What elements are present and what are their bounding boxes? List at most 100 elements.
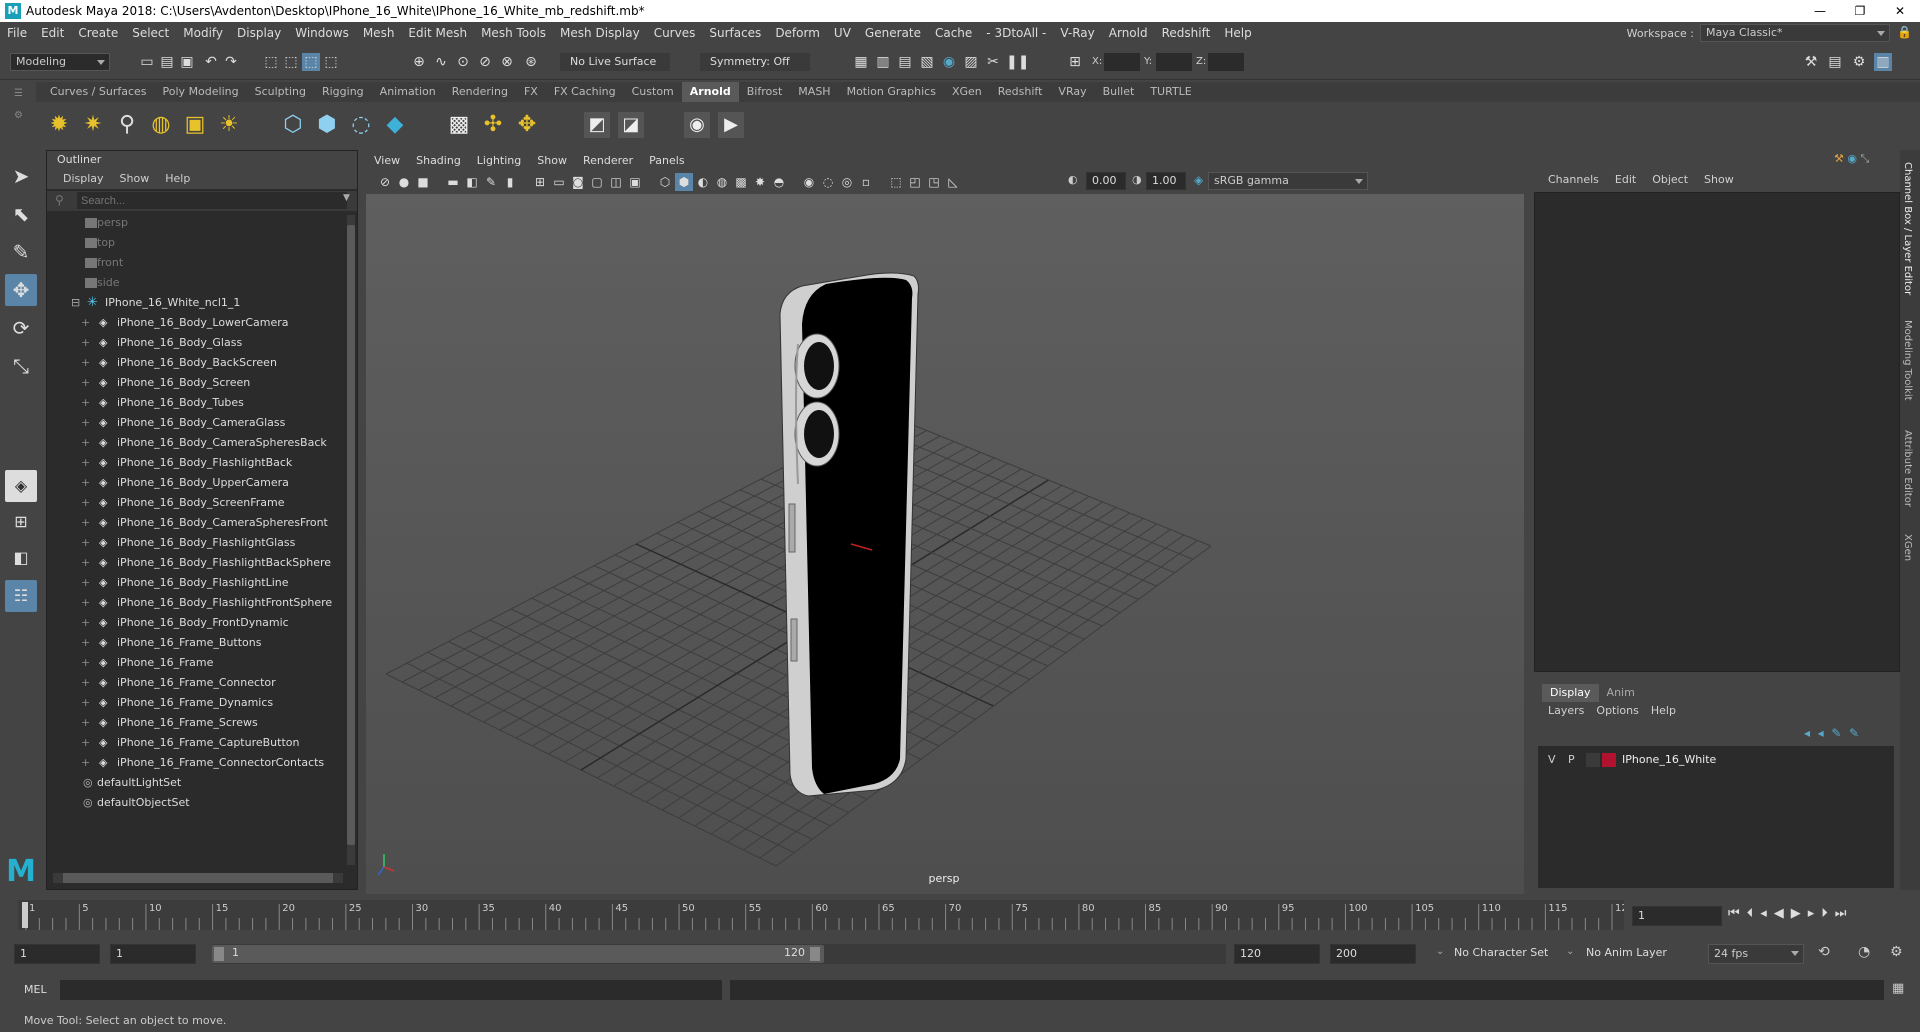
layer-playback-toggle[interactable]: P [1568, 753, 1575, 766]
persp-outliner-layout-icon[interactable]: ◧ [5, 542, 37, 574]
grease-pencil-icon[interactable]: ✎ [482, 173, 500, 191]
shelf-tab-animation[interactable]: Animation [372, 82, 444, 102]
shelf-tab-fx-caching[interactable]: FX Caching [546, 82, 624, 102]
outliner-item[interactable]: + ◈ iPhone_16_Body_UpperCamera [47, 473, 343, 493]
menu-redshift[interactable]: Redshift [1155, 26, 1218, 40]
shelf-tab-arnold[interactable]: Arnold [681, 82, 739, 102]
expand-toggle-icon[interactable]: + [81, 593, 90, 613]
play-backward-icon[interactable]: ◀ [1774, 906, 1791, 921]
character-set-arrow-icon[interactable]: ⌄ [1436, 946, 1444, 957]
new-layer-selected-icon[interactable]: ✎ [1849, 726, 1859, 740]
pause-icon[interactable]: ❚❚ [1006, 53, 1029, 71]
four-view-layout-icon[interactable]: ⊞ [5, 506, 37, 538]
expand-toggle-icon[interactable]: + [81, 733, 90, 753]
expand-toggle-icon[interactable]: + [81, 453, 90, 473]
colorspace-dropdown[interactable]: sRGB gamma [1208, 172, 1368, 190]
menu-modify[interactable]: Modify [176, 26, 230, 40]
y-field[interactable] [1156, 53, 1192, 71]
mesh-light-icon[interactable]: ✷ [80, 112, 106, 138]
menu-create[interactable]: Create [71, 26, 125, 40]
expand-icon[interactable]: ⤡ [1860, 152, 1869, 165]
time-slider-track[interactable]: 1 5 10 15 20 25 30 35 40 45 50 55 60 65 70 75 80 85 90 95 10… [18, 900, 1634, 930]
camera-lock-icon[interactable]: ● [395, 173, 413, 191]
command-input[interactable] [60, 980, 722, 1000]
anim-layer-field[interactable]: No Anim Layer [1586, 946, 1676, 959]
range-end-handle[interactable] [810, 947, 820, 961]
xray-icon[interactable]: ▩ [732, 173, 750, 191]
playback-end-field[interactable]: 120 [1234, 944, 1320, 964]
image-plane-icon[interactable]: ▬ [444, 173, 462, 191]
vp-menu-panels[interactable]: Panels [641, 152, 692, 170]
outliner-item[interactable]: + ◈ iPhone_16_Body_FlashlightBack [47, 453, 343, 473]
isolate-select-icon[interactable]: ⬚ [887, 173, 905, 191]
outliner-vertical-scrollbar[interactable] [347, 215, 355, 865]
xray-active-icon[interactable]: ◳ [925, 173, 943, 191]
gamma-field[interactable]: 1.00 [1146, 172, 1186, 190]
outliner-horizontal-scrollbar[interactable] [53, 873, 343, 883]
camera-attr-icon[interactable]: ▮ [501, 173, 519, 191]
expand-toggle-icon[interactable]: + [81, 473, 90, 493]
film-gate-icon[interactable]: ▭ [550, 173, 568, 191]
step-back-key-icon[interactable]: ⏴ [1747, 906, 1761, 921]
menu-help[interactable]: Help [1217, 26, 1258, 40]
expand-toggle-icon[interactable]: + [81, 693, 90, 713]
layer-color-swatch[interactable] [1602, 753, 1616, 767]
textured-icon[interactable]: ◍ [713, 173, 731, 191]
skydome-light-icon[interactable]: ◍ [148, 112, 174, 138]
shelf-tab-turtle[interactable]: TURTLE [1142, 82, 1199, 102]
x-field[interactable] [1104, 53, 1140, 71]
outliner-item[interactable]: + ◈ iPhone_16_Frame_CaptureButton [47, 733, 343, 753]
expand-toggle-icon[interactable]: + [81, 713, 90, 733]
exposure-field[interactable]: 0.00 [1086, 172, 1126, 190]
outliner-item[interactable]: + ◈ iPhone_16_Body_FlashlightBackSphere [47, 553, 343, 573]
layer-tab-display[interactable]: Display [1542, 684, 1599, 702]
expand-toggle-icon[interactable]: + [81, 433, 90, 453]
single-perspective-layout-icon[interactable]: ◈ [5, 470, 37, 502]
vp-menu-view[interactable]: View [366, 152, 408, 170]
depth-of-field-icon[interactable]: ▫ [857, 173, 875, 191]
range-bar-thumb[interactable]: 1 120 [212, 945, 824, 963]
search-filter-icon[interactable]: ⚲ [55, 193, 64, 207]
shelf-tab-fx[interactable]: FX [516, 82, 546, 102]
outliner-item[interactable]: + ◈ iPhone_16_Body_CameraSpheresFront [47, 513, 343, 533]
render-view-icon[interactable]: ▥ [874, 53, 892, 71]
resolution-gate-icon[interactable]: ◙ [569, 173, 587, 191]
render-view-shelf-icon[interactable]: ◩ [584, 112, 610, 138]
tool-settings-icon[interactable]: ⚙ [1850, 53, 1868, 71]
select-tool-icon[interactable]: ➤ [5, 160, 37, 192]
menu-edit[interactable]: Edit [34, 26, 71, 40]
shelf-tab-custom[interactable]: Custom [624, 82, 682, 102]
shelf-tab-vray[interactable]: VRay [1050, 82, 1094, 102]
wireframe-icon[interactable]: ⬡ [656, 173, 674, 191]
z-field[interactable] [1208, 53, 1244, 71]
camera-side[interactable]: side [47, 273, 343, 293]
ipr-shelf-icon[interactable]: ◪ [618, 112, 644, 138]
vp-menu-shading[interactable]: Shading [408, 152, 469, 170]
animation-start-field[interactable]: 1 [14, 944, 100, 964]
lock-icon[interactable]: 🔒 [1897, 25, 1912, 39]
outliner-item[interactable]: + ◈ iPhone_16_Frame [47, 653, 343, 673]
safe-action-icon[interactable]: ▣ [626, 173, 644, 191]
flush-cache-icon[interactable]: ▩ [446, 112, 472, 138]
channelbox-menu-edit[interactable]: Edit [1607, 170, 1644, 190]
side-tab-xgen[interactable]: XGen [1902, 534, 1913, 561]
expand-toggle-icon[interactable]: + [81, 493, 90, 513]
shelf-tab-rigging[interactable]: Rigging [314, 82, 372, 102]
expand-toggle-icon[interactable]: + [81, 613, 90, 633]
snap-point-icon[interactable]: ⊙ [454, 53, 472, 71]
snap-grid-icon[interactable]: ⊕ [410, 53, 428, 71]
collapse-toggle-icon[interactable]: ⊟ [71, 293, 80, 313]
scale-tool-icon[interactable]: ⤡ [5, 350, 37, 382]
hscroll-thumb[interactable] [63, 873, 333, 883]
move-tool-icon[interactable]: ✥ [5, 274, 37, 306]
outliner-menu-display[interactable]: Display [55, 169, 112, 189]
set-default-object[interactable]: ◎ defaultObjectSet [47, 793, 343, 813]
arnold-play-icon[interactable]: ▶ [718, 112, 744, 138]
shelf-tab-curves-surfaces[interactable]: Curves / Surfaces [42, 82, 155, 102]
playback-start-field[interactable]: 1 [110, 944, 196, 964]
menu-deform[interactable]: Deform [768, 26, 827, 40]
outliner-item[interactable]: + ◈ iPhone_16_Frame_ConnectorContacts [47, 753, 343, 773]
scrollbar-thumb[interactable] [347, 225, 355, 845]
transform-mode-icon[interactable]: ⊞ [1066, 53, 1084, 71]
vp-menu-lighting[interactable]: Lighting [469, 152, 529, 170]
